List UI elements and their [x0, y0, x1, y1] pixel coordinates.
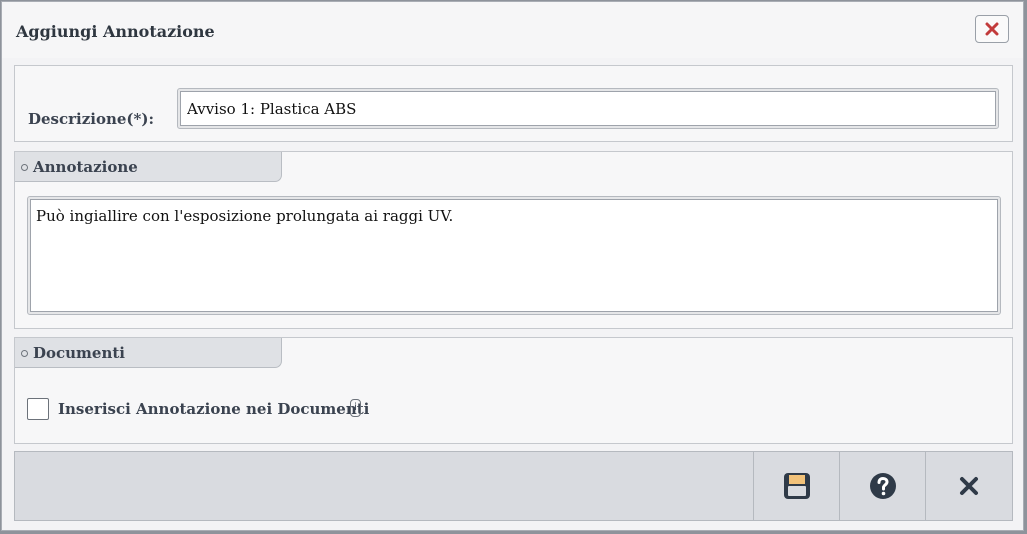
save-icon	[784, 473, 810, 499]
documenti-section-title: Documenti	[33, 344, 125, 362]
title-bar: Aggiungi Annotazione	[2, 2, 1023, 58]
circle-icon	[21, 164, 28, 171]
cancel-button[interactable]	[925, 452, 1012, 520]
annotazione-textarea[interactable]: Può ingiallire con l'esposizione prolung…	[30, 199, 998, 312]
inserisci-annotazione-label[interactable]: Inserisci Annotazione nei Documenti	[58, 400, 369, 418]
help-button[interactable]	[839, 452, 926, 520]
help-icon	[870, 473, 896, 499]
info-icon[interactable]: i	[350, 399, 361, 417]
dialog: Aggiungi Annotazione Descrizione(*): Ann…	[1, 1, 1024, 531]
dialog-title: Aggiungi Annotazione	[16, 22, 215, 41]
save-button[interactable]	[753, 452, 840, 520]
descrizione-input[interactable]	[180, 91, 996, 126]
annotazione-panel: Annotazione Può ingiallire con l'esposiz…	[14, 151, 1013, 329]
descrizione-label: Descrizione(*):	[28, 110, 154, 128]
close-button[interactable]	[975, 15, 1009, 43]
inserisci-annotazione-checkbox[interactable]	[27, 398, 49, 420]
footer-toolbar	[14, 451, 1013, 521]
close-icon	[985, 22, 999, 36]
descrizione-field-frame	[177, 88, 999, 129]
annotazione-section-header[interactable]: Annotazione	[15, 152, 282, 182]
close-icon	[960, 477, 978, 495]
annotazione-field-frame: Può ingiallire con l'esposizione prolung…	[27, 196, 1001, 315]
circle-icon	[21, 350, 28, 357]
documenti-panel: Documenti Inserisci Annotazione nei Docu…	[14, 337, 1013, 444]
documenti-section-header[interactable]: Documenti	[15, 338, 282, 368]
descrizione-panel: Descrizione(*):	[14, 65, 1013, 142]
annotazione-section-title: Annotazione	[33, 158, 138, 176]
